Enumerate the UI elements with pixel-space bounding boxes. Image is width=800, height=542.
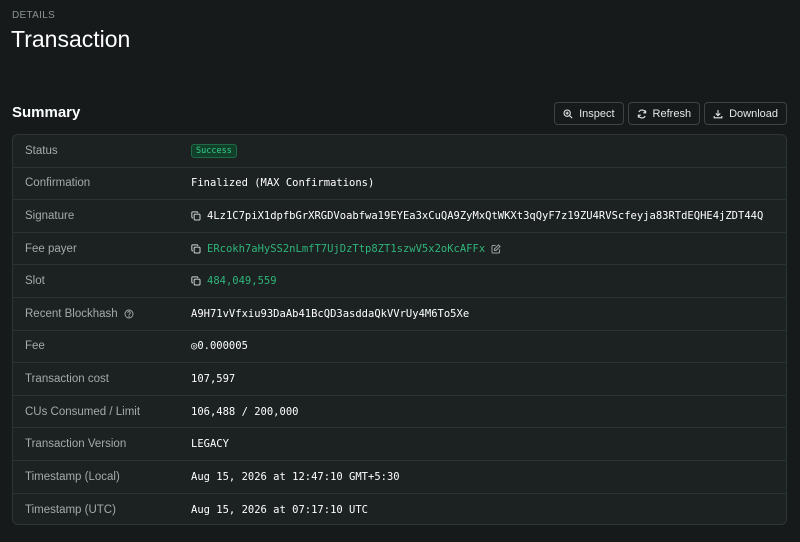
edit-icon[interactable] <box>491 243 501 254</box>
status-badge: Success <box>191 143 237 158</box>
timestamp-local-value: Aug 15, 2026 at 12:47:10 GMT+5:30 <box>191 470 400 483</box>
transaction-cost-value: 107,597 <box>191 372 236 385</box>
timestamp-local-row: Timestamp (Local) Aug 15, 2026 at 12:47:… <box>13 461 786 494</box>
copy-icon[interactable] <box>191 276 201 286</box>
signature-value-group: 4Lz1C7piX1dpfbGrXRGDVoabfwa19EYEa3xCuQA9… <box>191 210 763 222</box>
transaction-version-value: LEGACY <box>191 438 229 451</box>
copy-icon[interactable] <box>191 211 201 221</box>
summary-toolbar: Inspect Refresh Download <box>554 102 787 125</box>
fee-row: Fee ◎0.000005 <box>13 331 786 364</box>
slot-row: Slot 484,049,559 <box>13 265 786 298</box>
page-title: Transaction <box>11 26 131 52</box>
status-row: Status Success <box>13 135 786 168</box>
timestamp-utc-label: Timestamp (UTC) <box>25 503 116 516</box>
cus-consumed-value: 106,488 / 200,000 <box>191 405 299 418</box>
signature-value: 4Lz1C7piX1dpfbGrXRGDVoabfwa19EYEa3xCuQA9… <box>207 209 764 222</box>
inspect-button-label: Inspect <box>579 107 615 120</box>
fee-payer-link[interactable]: ERcokh7aHySS2nLmfT7UjDzTtp8ZT1szwV5x2oKc… <box>207 243 485 255</box>
download-icon <box>713 109 723 119</box>
status-label: Status <box>25 144 58 157</box>
transaction-cost-row: Transaction cost 107,597 <box>13 363 786 396</box>
cus-consumed-label: CUs Consumed / Limit <box>25 405 141 418</box>
confirmation-row: Confirmation Finalized (MAX Confirmation… <box>13 168 786 201</box>
zoom-in-icon <box>563 108 573 119</box>
timestamp-utc-value: Aug 15, 2026 at 07:17:10 UTC <box>191 503 369 516</box>
timestamp-local-label: Timestamp (Local) <box>25 470 120 483</box>
summary-title: Summary <box>12 104 81 121</box>
refresh-icon <box>637 109 647 119</box>
refresh-button[interactable]: Refresh <box>627 102 701 125</box>
fee-payer-value-group: ERcokh7aHySS2nLmfT7UjDzTtp8ZT1szwV5x2oKc… <box>191 243 501 255</box>
slot-link[interactable]: 484,049,559 <box>207 275 277 287</box>
recent-blockhash-row: Recent Blockhash A9H71vVfxiu93DaAb41BcQD… <box>13 298 786 331</box>
copy-icon[interactable] <box>191 243 201 254</box>
timestamp-utc-row: Timestamp (UTC) Aug 15, 2026 at 07:17:10… <box>13 494 786 524</box>
slot-value-group: 484,049,559 <box>191 275 277 287</box>
help-circle-icon[interactable] <box>124 309 134 319</box>
transaction-version-row: Transaction Version LEGACY <box>13 428 786 461</box>
recent-blockhash-label-group: Recent Blockhash <box>13 308 191 320</box>
fee-value: ◎0.000005 <box>191 340 248 353</box>
summary-card: Status Success Confirmation Finalized (M… <box>12 134 787 525</box>
page-eyebrow: DETAILS <box>12 10 56 21</box>
signature-row: Signature 4Lz1C7piX1dpfbGrXRGDVoabfwa19E… <box>13 200 786 233</box>
slot-label: Slot <box>25 275 45 288</box>
confirmation-value: Finalized (MAX Confirmations) <box>191 177 375 190</box>
transaction-version-label: Transaction Version <box>25 438 127 451</box>
cus-consumed-row: CUs Consumed / Limit 106,488 / 200,000 <box>13 396 786 429</box>
confirmation-label: Confirmation <box>25 177 91 190</box>
fee-label: Fee <box>25 340 45 353</box>
transaction-cost-label: Transaction cost <box>25 372 109 385</box>
inspect-button[interactable]: Inspect <box>554 102 624 125</box>
recent-blockhash-label: Recent Blockhash <box>25 307 118 320</box>
download-button[interactable]: Download <box>704 102 787 125</box>
signature-label: Signature <box>25 209 75 222</box>
status-value: Success <box>191 143 237 158</box>
refresh-button-label: Refresh <box>652 107 692 120</box>
download-button-label: Download <box>729 107 778 120</box>
recent-blockhash-value: A9H71vVfxiu93DaAb41BcQD3asddaQkVVrUy4M6T… <box>191 307 470 320</box>
fee-payer-row: Fee payer ERcokh7aHySS2nLmfT7UjDzTtp8ZT1… <box>13 233 786 266</box>
fee-payer-label: Fee payer <box>25 242 77 255</box>
